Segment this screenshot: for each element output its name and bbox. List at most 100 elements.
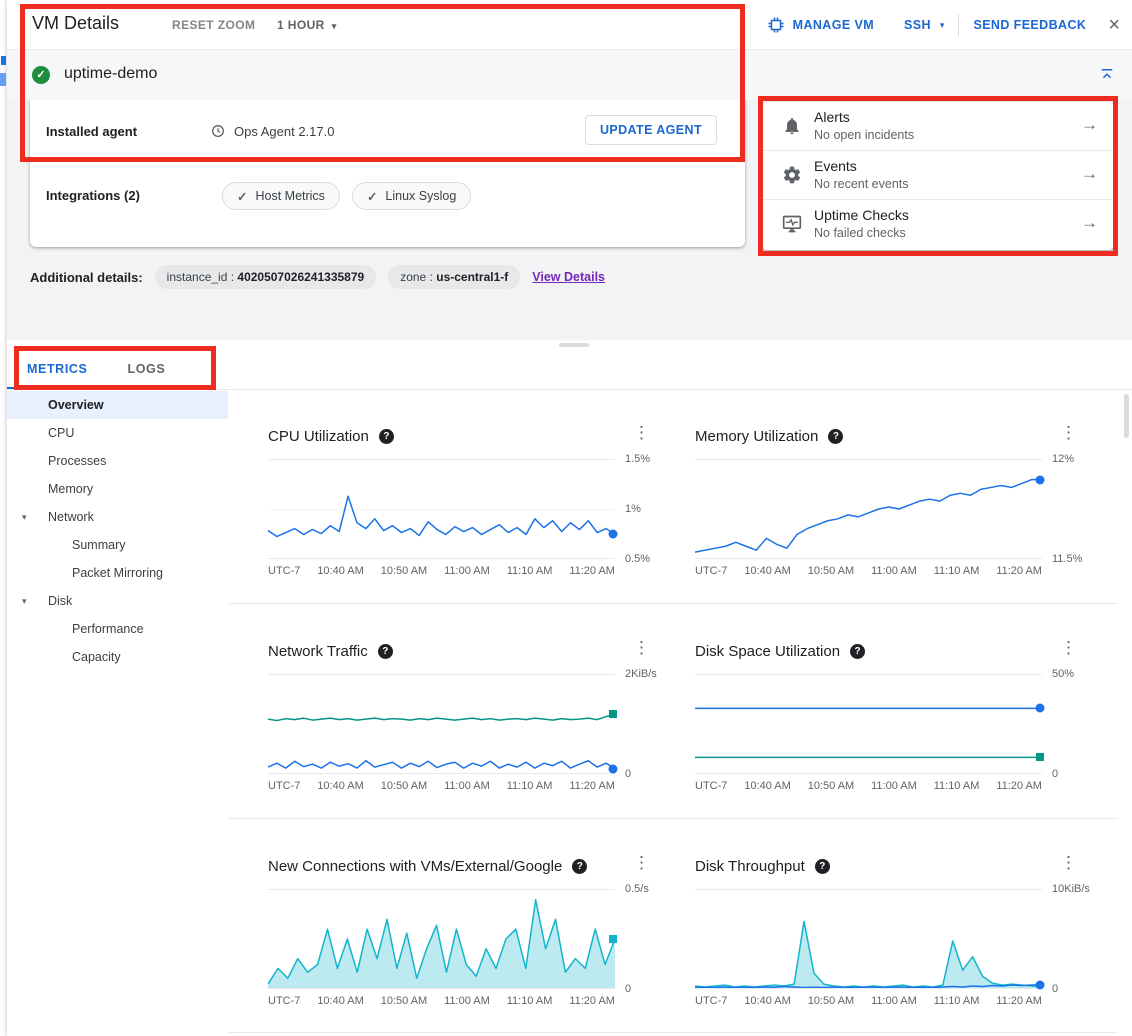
arrow-right-icon[interactable]: →: [1081, 164, 1098, 184]
ssh-dropdown-caret-icon[interactable]: ▾: [940, 20, 945, 31]
y-axis: 50%0: [1042, 674, 1097, 774]
integration-chip-host-metrics[interactable]: ✓Host Metrics: [222, 182, 340, 210]
help-icon[interactable]: ?: [378, 644, 393, 659]
x-axis-label: 11:10 AM: [934, 995, 980, 1007]
vm-details-panel: VM Details RESET ZOOM 1 HOUR▾ MANAGE VM …: [0, 0, 1132, 1036]
panel-item-uptime-checks[interactable]: Uptime ChecksNo failed checks→: [762, 200, 1114, 249]
more-options-icon[interactable]: ⋮: [1054, 851, 1083, 875]
resize-handle[interactable]: [559, 343, 589, 347]
send-feedback-button[interactable]: SEND FEEDBACK: [973, 18, 1086, 32]
help-icon[interactable]: ?: [379, 429, 394, 444]
x-axis-label: 11:00 AM: [444, 565, 490, 577]
chevron-down-icon: ▾: [332, 21, 337, 31]
y-axis-label: 2KiB/s: [625, 668, 657, 680]
more-options-icon[interactable]: ⋮: [627, 851, 656, 875]
x-axis: UTC-710:40 AM10:50 AM11:00 AM11:10 AM11:…: [695, 995, 1042, 1007]
y-axis-label: 0: [625, 983, 631, 995]
tab-logs[interactable]: LOGS: [107, 348, 185, 390]
sidebar-item-network[interactable]: ▾Network: [7, 503, 228, 531]
integrations-label: Integrations (2): [46, 188, 140, 203]
help-icon[interactable]: ?: [828, 429, 843, 444]
panel-header: VM Details RESET ZOOM 1 HOUR▾ MANAGE VM …: [7, 0, 1132, 50]
x-axis: UTC-710:40 AM10:50 AM11:00 AM11:10 AM11:…: [268, 995, 615, 1007]
x-axis-label: 10:50 AM: [381, 565, 427, 577]
sidebar-item-memory[interactable]: Memory: [7, 475, 228, 503]
x-axis-label: UTC-7: [268, 995, 300, 1007]
chart-body: 50%0: [695, 674, 1097, 774]
sidebar-item-packet-mirroring[interactable]: Packet Mirroring: [7, 559, 228, 587]
sidebar-item-disk[interactable]: ▾ Disk: [7, 587, 228, 615]
plot-area: [695, 674, 1042, 774]
x-axis: UTC-710:40 AM10:50 AM11:00 AM11:10 AM11:…: [268, 565, 615, 577]
help-icon[interactable]: ?: [850, 644, 865, 659]
time-range-dropdown[interactable]: 1 HOUR▾: [277, 18, 337, 32]
x-axis-label: 11:20 AM: [996, 780, 1042, 792]
manage-vm-button[interactable]: MANAGE VM: [767, 16, 874, 34]
x-axis-label: 11:10 AM: [507, 995, 553, 1007]
chart-disk-space-utilization: Disk Space Utilization?⋮50%0UTC-710:40 A…: [695, 634, 1097, 792]
y-axis-label: 10KiB/s: [1052, 883, 1090, 895]
detail-chip-instance-id[interactable]: instance_id : 4020507026241335879: [155, 265, 377, 289]
check-icon: ✓: [367, 189, 377, 204]
help-icon[interactable]: ?: [815, 859, 830, 874]
chart-body: 0.5/s0: [268, 889, 670, 989]
metrics-sidebar: OverviewCPUProcesses Memory ▾NetworkSummar…: [7, 391, 228, 671]
sidebar-item-label: Disk: [48, 594, 72, 608]
close-icon[interactable]: ×: [1108, 15, 1120, 35]
panel-item-events[interactable]: Events No recent events →: [762, 151, 1114, 200]
panel-item-alerts[interactable]: AlertsNo open incidents→: [762, 102, 1114, 151]
additional-details: Additional details: instance_id : 402050…: [30, 264, 605, 290]
chart-header: Network Traffic?⋮: [268, 634, 670, 668]
x-axis-label: 11:00 AM: [871, 780, 917, 792]
background-page-fragment: [1, 56, 6, 65]
x-axis-label: 11:10 AM: [507, 565, 553, 577]
more-options-icon[interactable]: ⋮: [1054, 421, 1083, 445]
chart-disk-throughput: Disk Throughput?⋮10KiB/s0UTC-710:40 AM10…: [695, 849, 1097, 1007]
ssh-button[interactable]: SSH: [904, 18, 931, 32]
chart-title: Memory Utilization: [695, 428, 818, 445]
sidebar-item-cpu[interactable]: CPU: [7, 419, 228, 447]
view-details-link[interactable]: View Details: [532, 270, 605, 284]
panel-item-subtitle: No recent events: [814, 177, 909, 191]
sidebar-item-label: Capacity: [72, 650, 121, 664]
sidebar-item-label: Memory: [48, 482, 93, 496]
more-options-icon[interactable]: ⋮: [627, 636, 656, 660]
x-axis-label: 11:20 AM: [996, 995, 1042, 1007]
arrow-right-icon[interactable]: →: [1081, 213, 1098, 233]
sidebar-item-label: Packet Mirroring: [72, 566, 163, 580]
scrollbar-thumb[interactable]: [1124, 394, 1129, 438]
sidebar-item-processes[interactable]: Processes: [7, 447, 228, 475]
panel-item-title: Events: [814, 158, 857, 174]
more-options-icon[interactable]: ⋮: [627, 421, 656, 445]
more-options-icon[interactable]: ⋮: [1054, 636, 1083, 660]
divider: [7, 389, 1132, 390]
panel-item-title: Alerts: [814, 109, 850, 125]
x-axis-label: 11:20 AM: [569, 995, 615, 1007]
sidebar-item-overview[interactable]: Overview: [7, 391, 228, 419]
agent-clock-icon: [210, 123, 226, 139]
reset-zoom-button[interactable]: RESET ZOOM: [172, 18, 255, 32]
x-axis: UTC-710:40 AM10:50 AM11:00 AM11:10 AM11:…: [268, 780, 615, 792]
x-axis-label: 10:50 AM: [808, 565, 854, 577]
update-agent-button[interactable]: UPDATE AGENT: [585, 115, 717, 145]
chevron-down-icon: ▾: [22, 587, 27, 615]
panel-item-subtitle: No failed checks: [814, 226, 906, 240]
integration-chip-linux-syslog[interactable]: ✓Linux Syslog: [352, 182, 471, 210]
collapse-panel-icon[interactable]: [1098, 66, 1116, 84]
y-axis-label: 1%: [625, 503, 641, 515]
series-end-marker: [1036, 981, 1045, 990]
tab-metrics[interactable]: METRICS: [7, 348, 107, 390]
x-axis-label: UTC-7: [268, 565, 300, 577]
detail-chip-zone[interactable]: zone : us-central1-f: [388, 265, 520, 289]
sidebar-item-capacity[interactable]: Capacity: [7, 643, 228, 671]
series-end-marker: [609, 764, 618, 773]
sidebar-item-performance[interactable]: Performance: [7, 615, 228, 643]
arrow-right-icon[interactable]: →: [1081, 115, 1098, 135]
sidebar-item-summary[interactable]: Summary: [7, 531, 228, 559]
x-axis-label: 10:40 AM: [744, 995, 790, 1007]
y-axis-label: 12%: [1052, 453, 1074, 465]
y-axis-label: 0: [1052, 768, 1058, 780]
x-axis-label: 11:00 AM: [444, 995, 490, 1007]
help-icon[interactable]: ?: [572, 859, 587, 874]
chart-header: Memory Utilization? ⋮: [695, 419, 1097, 453]
